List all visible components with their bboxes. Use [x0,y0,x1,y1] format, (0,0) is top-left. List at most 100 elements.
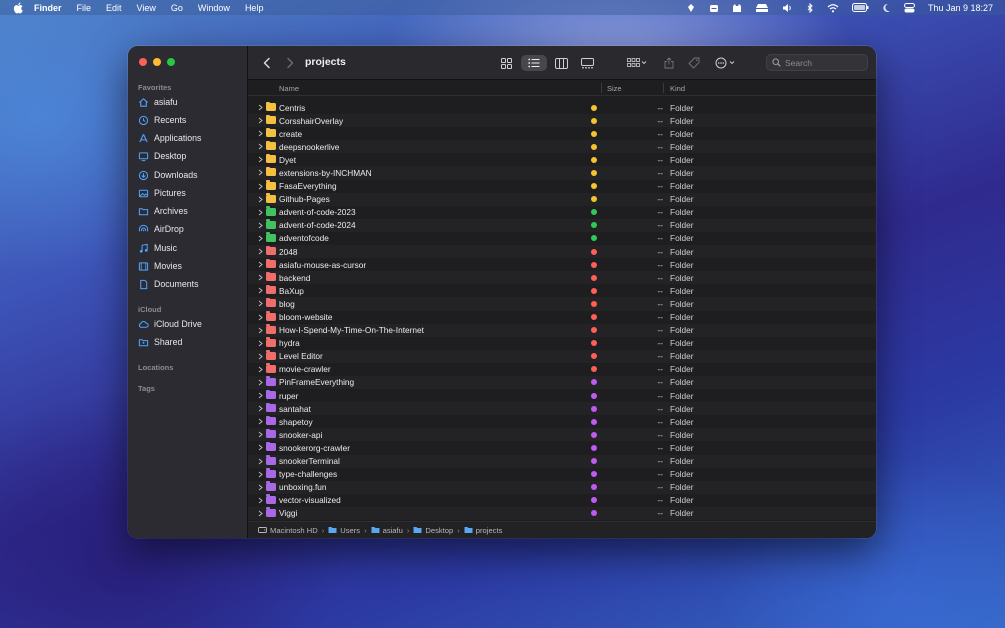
file-row[interactable]: asiafu-mouse-as-cursor -- Folder [248,258,876,271]
file-row[interactable]: extensions-by-INCHMAN -- Folder [248,166,876,180]
column-name[interactable]: Name [279,84,299,93]
path-item[interactable]: projects [464,526,502,535]
file-row[interactable]: hydra -- Folder [248,337,876,350]
column-divider[interactable] [663,83,664,93]
file-row[interactable]: snookerorg-crawler -- Folder [248,441,876,454]
search-input[interactable] [785,57,865,68]
battery-icon[interactable] [851,3,869,12]
file-row[interactable]: deepsnookerlive -- Folder [248,140,876,154]
disclosure-chevron-icon[interactable] [257,314,264,321]
disclosure-chevron-icon[interactable] [257,471,264,478]
sidebar-item-home[interactable]: asiafu [138,95,177,109]
disclosure-chevron-icon[interactable] [257,379,264,386]
file-row[interactable]: snooker-api -- Folder [248,428,876,442]
file-row[interactable]: movie-crawler -- Folder [248,363,876,376]
file-row[interactable]: Github-Pages -- Folder [248,192,876,206]
tag-button[interactable] [686,55,702,71]
disclosure-chevron-icon[interactable] [257,261,264,268]
disclosure-chevron-icon[interactable] [257,484,264,491]
file-row[interactable]: advent-of-code-2024 -- Folder [248,218,876,232]
volume-icon[interactable] [782,3,793,13]
sidebar-item-movies[interactable]: Movies [138,259,182,273]
sidebar-item-applications[interactable]: Applications [138,131,201,145]
mailbox-icon[interactable] [709,3,719,13]
menu-view[interactable]: View [137,3,156,13]
menu-edit[interactable]: Edit [106,3,122,13]
sidebar-item-downloads[interactable]: Downloads [138,168,198,182]
file-row[interactable]: santahat -- Folder [248,402,876,416]
disclosure-chevron-icon[interactable] [257,340,264,347]
disclosure-chevron-icon[interactable] [257,405,264,412]
bluetooth-icon[interactable] [806,2,814,13]
sidebar-item-desktop[interactable]: Desktop [138,149,186,163]
disclosure-chevron-icon[interactable] [257,392,264,399]
apple-icon[interactable] [12,2,24,14]
control-center-icon[interactable] [903,2,915,13]
wifi-icon[interactable] [827,3,839,13]
file-row[interactable]: 2048 -- Folder [248,245,876,259]
sidebar-item-pictures[interactable]: Pictures [138,186,186,200]
disclosure-chevron-icon[interactable] [257,287,264,294]
menu-help[interactable]: Help [245,3,264,13]
file-row[interactable]: ruper -- Folder [248,389,876,402]
pin-icon[interactable] [686,3,696,13]
disclosure-chevron-icon[interactable] [257,196,264,203]
disclosure-chevron-icon[interactable] [257,156,264,163]
disclosure-chevron-icon[interactable] [257,183,264,190]
sidebar-item-documents[interactable]: Documents [138,277,199,291]
file-row[interactable]: Level Editor -- Folder [248,349,876,363]
disclosure-chevron-icon[interactable] [257,130,264,137]
sidebar-item-recents[interactable]: Recents [138,113,186,127]
file-row[interactable]: advent-of-code-2023 -- Folder [248,206,876,219]
zoom-button[interactable] [167,58,175,66]
disclosure-chevron-icon[interactable] [257,366,264,373]
disclosure-chevron-icon[interactable] [257,209,264,216]
file-row[interactable]: bloom-website -- Folder [248,311,876,324]
disclosure-chevron-icon[interactable] [257,274,264,281]
action-menu-button[interactable] [712,55,740,71]
column-view-button[interactable] [550,55,572,71]
share-button[interactable] [661,55,677,71]
file-row[interactable]: adventofcode -- Folder [248,232,876,245]
disclosure-chevron-icon[interactable] [257,327,264,334]
file-row[interactable]: FasaEverything -- Folder [248,180,876,193]
file-row[interactable]: Dyet -- Folder [248,153,876,166]
disclosure-chevron-icon[interactable] [257,143,264,150]
file-row[interactable]: BaXup -- Folder [248,284,876,297]
minimize-button[interactable] [153,58,161,66]
file-row[interactable]: unboxing.fun -- Folder [248,480,876,494]
close-button[interactable] [139,58,147,66]
file-row[interactable]: create -- Folder [248,127,876,140]
disclosure-chevron-icon[interactable] [257,104,264,111]
disclosure-chevron-icon[interactable] [257,300,264,307]
file-row[interactable]: How-I-Spend-My-Time-On-The-Internet -- Fol… [248,323,876,337]
disclosure-chevron-icon[interactable] [257,117,264,124]
forward-button[interactable] [283,56,297,70]
sidebar-heading-locations[interactable]: Locations [138,363,173,372]
list-view-button[interactable] [521,55,547,71]
disclosure-chevron-icon[interactable] [257,235,264,242]
group-by-button[interactable] [623,55,651,71]
sidebar-item-airdrop[interactable]: AirDrop [138,222,184,236]
file-row[interactable]: CorsshairOverlay -- Folder [248,114,876,128]
menu-window[interactable]: Window [198,3,230,13]
disclosure-chevron-icon[interactable] [257,169,264,176]
menu-file[interactable]: File [77,3,92,13]
icon-view-button[interactable] [496,55,516,71]
sidebar-heading-tags[interactable]: Tags [138,384,155,393]
moon-icon[interactable] [882,3,891,13]
file-row[interactable]: Viggi -- Folder [248,506,876,520]
file-row[interactable]: Centris -- Folder [248,101,876,114]
clock[interactable]: Thu Jan 9 18:27 [928,3,993,13]
column-size[interactable]: Size [607,84,622,93]
sidebar-item-music[interactable]: Music [138,241,177,255]
disclosure-chevron-icon[interactable] [257,497,264,504]
disclosure-chevron-icon[interactable] [257,458,264,465]
file-row[interactable]: type-challenges -- Folder [248,468,876,481]
disclosure-chevron-icon[interactable] [257,418,264,425]
back-button[interactable] [260,56,274,70]
sidebar-item-icloud-drive[interactable]: iCloud Drive [138,317,202,331]
file-row[interactable]: shapetoy -- Folder [248,415,876,428]
disclosure-chevron-icon[interactable] [257,510,264,517]
file-row[interactable]: PinFrameEverything -- Folder [248,375,876,390]
